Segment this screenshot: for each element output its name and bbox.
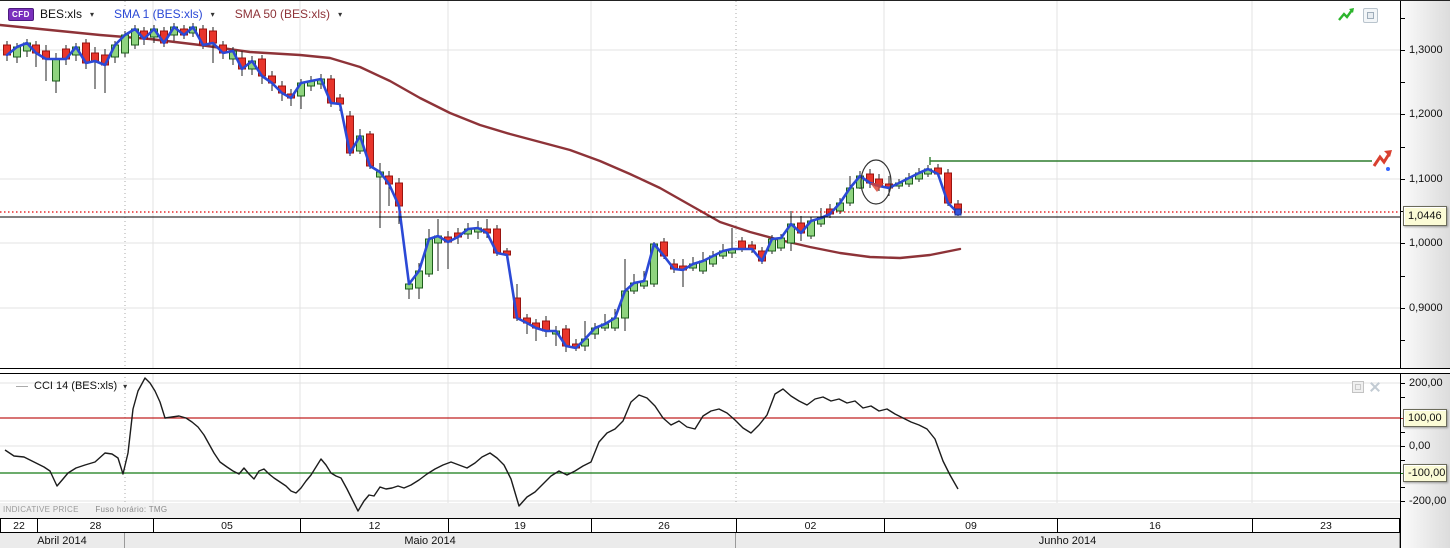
axis-tick xyxy=(1401,308,1405,309)
axis-tick xyxy=(1401,487,1405,488)
time-axis[interactable]: 22280512192602091623 xyxy=(0,518,1400,533)
status-bar: INDICATIVE PRICE Fuso horário: TMG xyxy=(3,505,167,514)
month-cell: Maio 2014 xyxy=(125,533,736,548)
month-axis: Abril 2014Maio 2014Junho 2014 xyxy=(0,533,1400,548)
month-cell: Junho 2014 xyxy=(736,533,1400,548)
date-cell: 12 xyxy=(300,518,448,533)
cci-indicator-label[interactable]: CCI 14 (BES:xls) ▾ xyxy=(16,380,127,392)
position-dot-icon xyxy=(1386,167,1390,171)
last-price-badge: 1,0446 xyxy=(1403,206,1447,226)
trading-chart-window: CFD BES:xls ▾ SMA 1 (BES:xls) ▾ SMA 50 (… xyxy=(0,0,1450,548)
axis-tick xyxy=(1401,432,1405,433)
trend-arrow-icon[interactable] xyxy=(1338,7,1355,23)
cci-value-label: 200,00 xyxy=(1409,377,1443,389)
chart-legend: CFD BES:xls ▾ SMA 1 (BES:xls) ▾ SMA 50 (… xyxy=(8,7,342,21)
price-label: 0,9000 xyxy=(1409,302,1443,314)
axis-tick xyxy=(1401,50,1405,51)
pane-toolbar xyxy=(1338,7,1378,23)
last-price-marker xyxy=(955,209,961,215)
candle xyxy=(210,31,217,43)
axis-tick xyxy=(1401,147,1405,148)
chevron-down-icon[interactable]: ▾ xyxy=(211,10,215,19)
date-cell: 09 xyxy=(884,518,1057,533)
restore-pane-icon[interactable] xyxy=(1352,381,1364,393)
month-cell: Abril 2014 xyxy=(0,533,125,548)
close-pane-icon[interactable] xyxy=(1370,382,1380,392)
cfd-badge: CFD xyxy=(8,8,34,21)
candle xyxy=(53,59,60,81)
restore-window-icon[interactable] xyxy=(1363,8,1378,23)
price-label: 1,3000 xyxy=(1409,44,1443,56)
chevron-down-icon[interactable]: ▾ xyxy=(338,10,342,19)
date-cell: 22 xyxy=(0,518,37,533)
cci-pane-buttons xyxy=(1352,381,1380,393)
sma50-line[interactable] xyxy=(0,25,960,258)
axis-tick xyxy=(1401,340,1405,341)
date-cell: 02 xyxy=(736,518,884,533)
axis-tick xyxy=(1401,383,1405,384)
axis-tick xyxy=(1401,460,1405,461)
chevron-down-icon[interactable]: ▾ xyxy=(123,382,127,391)
date-cell: 05 xyxy=(153,518,300,533)
position-arrow-icon[interactable] xyxy=(1374,154,1389,166)
price-label: 1,2000 xyxy=(1409,108,1443,120)
axis-tick xyxy=(1401,243,1405,244)
axis-tick xyxy=(1401,114,1405,115)
timezone-label: Fuso horário: TMG xyxy=(95,505,167,514)
date-cell: 23 xyxy=(1252,518,1400,533)
price-label: 1,0000 xyxy=(1409,237,1443,249)
cci-value-label: -200,00 xyxy=(1409,495,1446,507)
axis-tick xyxy=(1401,276,1405,277)
price-axis[interactable]: 1,3000 1,2000 1,1000 1,0000 0,9000 200,00 0,00… xyxy=(1400,1,1450,548)
axis-tick xyxy=(1401,501,1405,502)
pane-divider[interactable] xyxy=(0,368,1450,374)
axis-tick xyxy=(1401,397,1405,398)
price-label: 1,1000 xyxy=(1409,173,1443,185)
axis-tick xyxy=(1401,18,1405,19)
axis-tick xyxy=(1401,82,1405,83)
cci-label-text: CCI 14 (BES:xls) xyxy=(34,380,117,392)
date-cell: 26 xyxy=(591,518,736,533)
cci-chart[interactable] xyxy=(0,373,1400,518)
date-cell: 16 xyxy=(1057,518,1252,533)
cci-bottom-strip xyxy=(0,503,1400,518)
cci-indicator-pane[interactable] xyxy=(0,373,1400,518)
cci-line xyxy=(5,378,958,511)
axis-tick xyxy=(1401,446,1405,447)
cci-value-label: 0,00 xyxy=(1409,440,1430,452)
chevron-down-icon[interactable]: ▾ xyxy=(90,10,94,19)
cci-band-badge: -100,00 xyxy=(1403,464,1447,482)
candlestick-chart[interactable] xyxy=(0,1,1400,368)
axis-tick xyxy=(1401,179,1405,180)
cci-band-badge: 100,00 xyxy=(1403,409,1447,427)
sma50-legend[interactable]: SMA 50 (BES:xls) xyxy=(235,7,330,21)
sma1-legend[interactable]: SMA 1 (BES:xls) xyxy=(114,7,203,21)
symbol-selector[interactable]: BES:xls xyxy=(40,7,82,21)
indicative-price-label: INDICATIVE PRICE xyxy=(3,505,79,514)
date-cell: 19 xyxy=(448,518,591,533)
sma1-line[interactable] xyxy=(7,27,958,348)
date-cell: 28 xyxy=(37,518,153,533)
main-price-pane[interactable] xyxy=(0,1,1400,368)
